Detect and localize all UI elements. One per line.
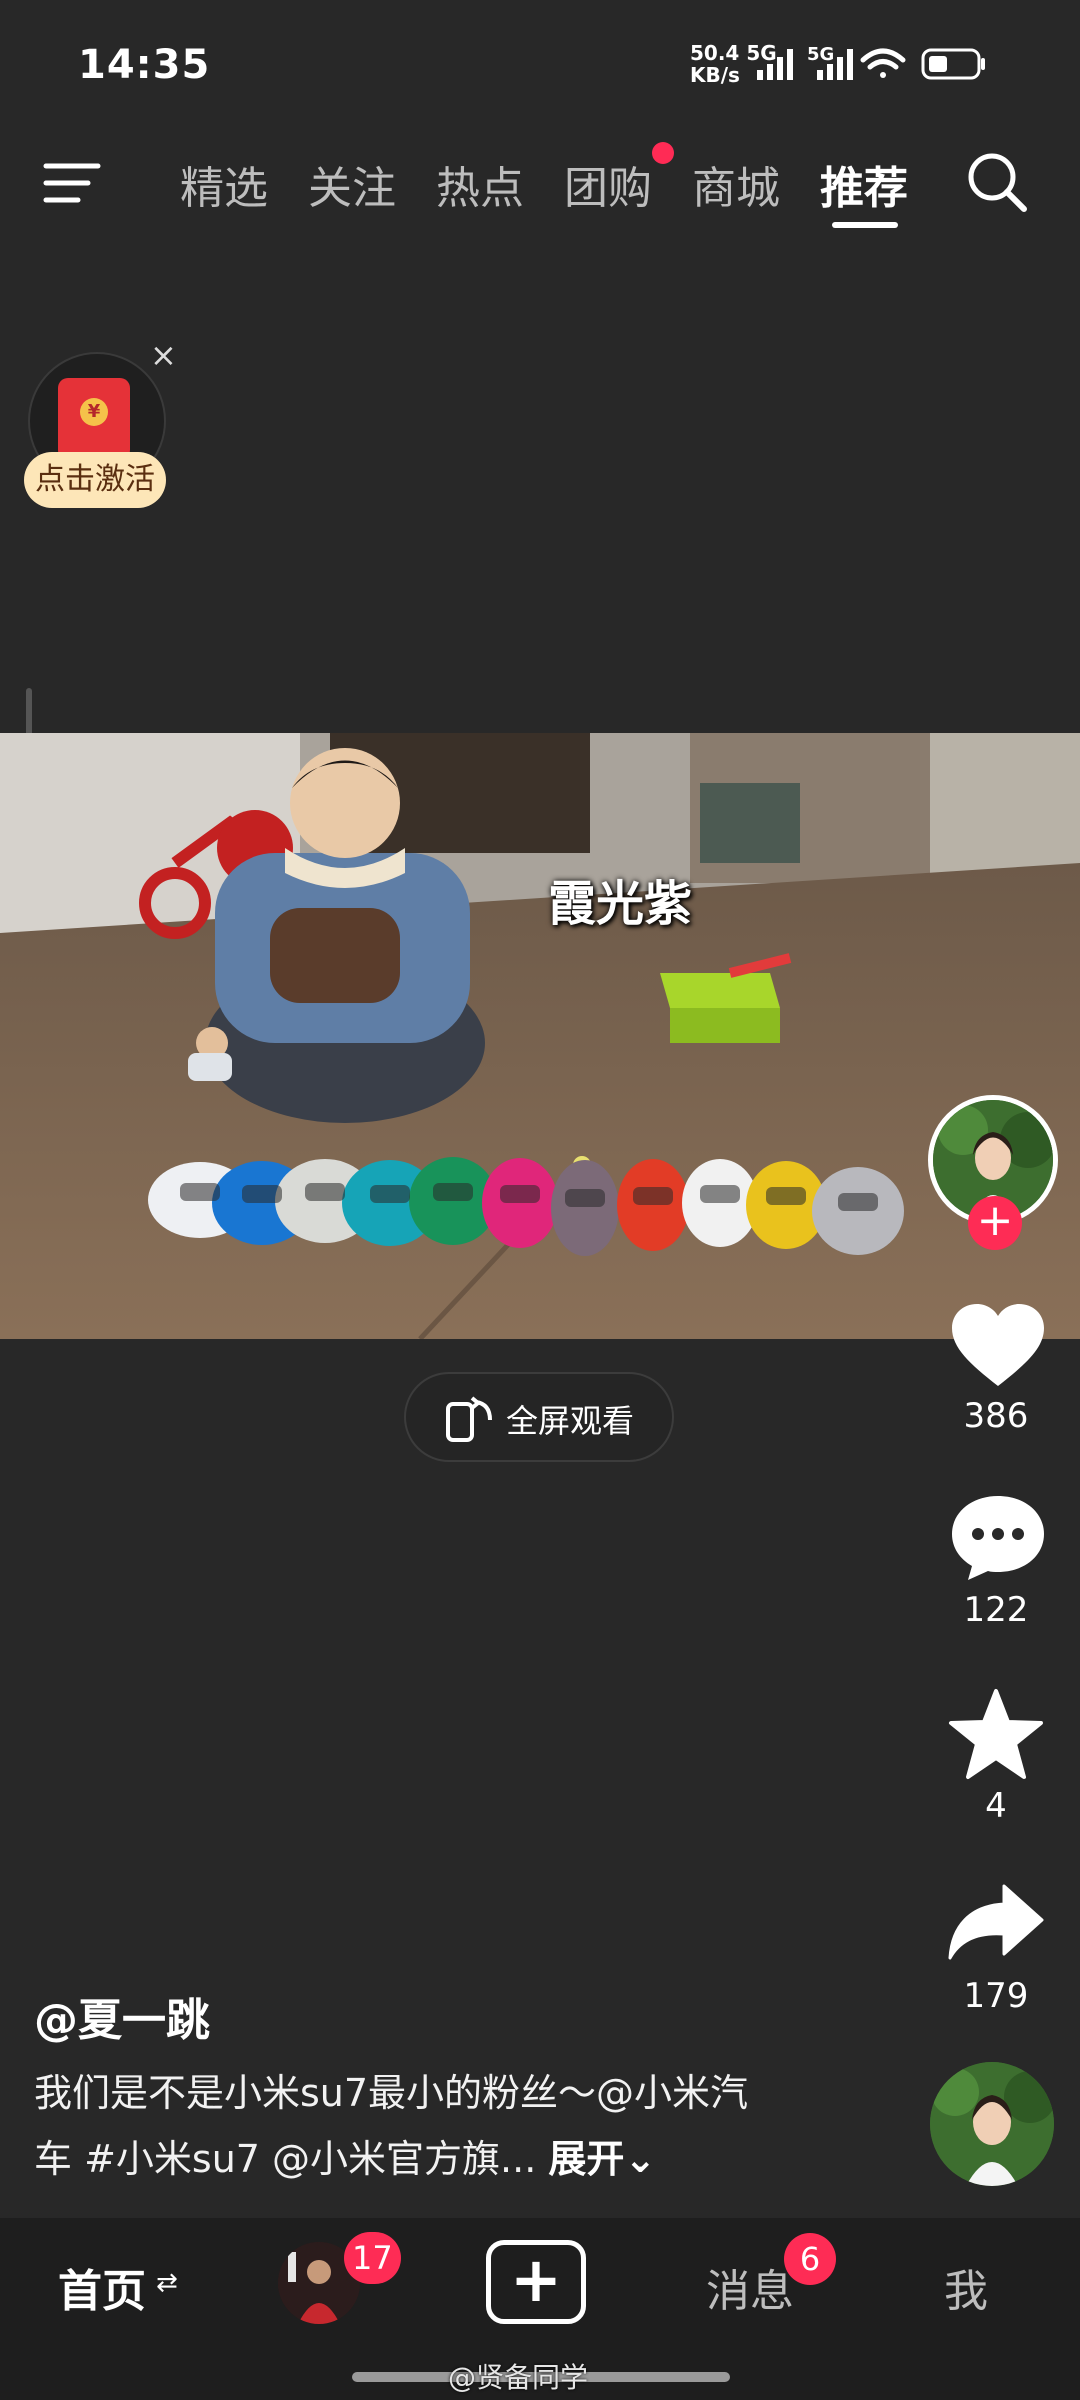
- tab-messages[interactable]: 消息: [706, 2255, 794, 2319]
- network-speed-value: 50.4: [690, 41, 740, 65]
- heart-icon[interactable]: [950, 1302, 1046, 1390]
- tab-me[interactable]: 我: [944, 2255, 988, 2319]
- active-tab-underline: [832, 222, 898, 228]
- rotate-screen-icon: [446, 1396, 492, 1442]
- star-icon[interactable]: [948, 1688, 1044, 1780]
- post-description-line2-text: 车 #小米su7 @小米官方旗...: [34, 2137, 537, 2181]
- signal-1-icon: [757, 49, 793, 80]
- expand-label[interactable]: 展开: [548, 2137, 624, 2181]
- fullscreen-label[interactable]: 全屏观看: [506, 1396, 634, 1442]
- menu-icon[interactable]: [42, 158, 102, 208]
- comment-count: 122: [963, 1590, 1029, 1630]
- status-icons: 5G: [755, 44, 1015, 88]
- messages-badge: 6: [784, 2233, 836, 2285]
- share-count: 179: [963, 1976, 1029, 2016]
- chevron-down-icon: ⌄: [624, 2137, 657, 2181]
- favorite-count: 4: [985, 1786, 1007, 1826]
- friends-badge: 17: [344, 2232, 401, 2284]
- tab-trending[interactable]: 热点: [436, 152, 524, 216]
- video-player[interactable]: [0, 733, 1080, 1341]
- activate-button[interactable]: 点击激活: [24, 452, 166, 508]
- follow-button[interactable]: +: [968, 1196, 1022, 1250]
- network-type-2: 5G: [807, 44, 834, 65]
- network-speed-unit: KB/s: [690, 63, 740, 87]
- plus-icon[interactable]: +: [486, 2238, 586, 2322]
- red-envelope-seal: ¥: [80, 398, 108, 426]
- author-name[interactable]: @夏一跳: [34, 1984, 210, 2048]
- post-description-line2: 车 #小米su7 @小米官方旗... 展开⌄: [34, 2128, 656, 2183]
- tab-home[interactable]: 首页: [58, 2255, 146, 2319]
- comment-icon[interactable]: [948, 1492, 1048, 1582]
- tab-recommend[interactable]: 推荐: [820, 152, 908, 216]
- tab-mall[interactable]: 商城: [692, 152, 780, 216]
- expand-button[interactable]: 展开⌄: [548, 2137, 656, 2181]
- music-disc-avatar[interactable]: [930, 2062, 1054, 2186]
- tab-following[interactable]: 关注: [308, 152, 396, 216]
- video-caption: 霞光紫: [548, 876, 693, 932]
- close-icon[interactable]: ×: [150, 336, 177, 374]
- status-time: 14:35: [78, 42, 211, 88]
- search-icon[interactable]: [965, 150, 1029, 214]
- share-icon[interactable]: [946, 1882, 1046, 1962]
- watermark: @贤备同学: [448, 2361, 589, 2394]
- tab-group-buy[interactable]: 团购: [564, 152, 652, 216]
- post-description-line1: 我们是不是小米su7最小的粉丝～@小米汽: [34, 2071, 749, 2115]
- toy-cars: [148, 1157, 904, 1256]
- notification-dot: [652, 142, 674, 164]
- tab-featured[interactable]: 精选: [180, 152, 268, 216]
- battery-icon: [921, 48, 985, 80]
- switch-arrows-icon[interactable]: ⇄: [156, 2268, 178, 2298]
- wifi-icon: [860, 48, 906, 78]
- like-count: 386: [963, 1396, 1029, 1436]
